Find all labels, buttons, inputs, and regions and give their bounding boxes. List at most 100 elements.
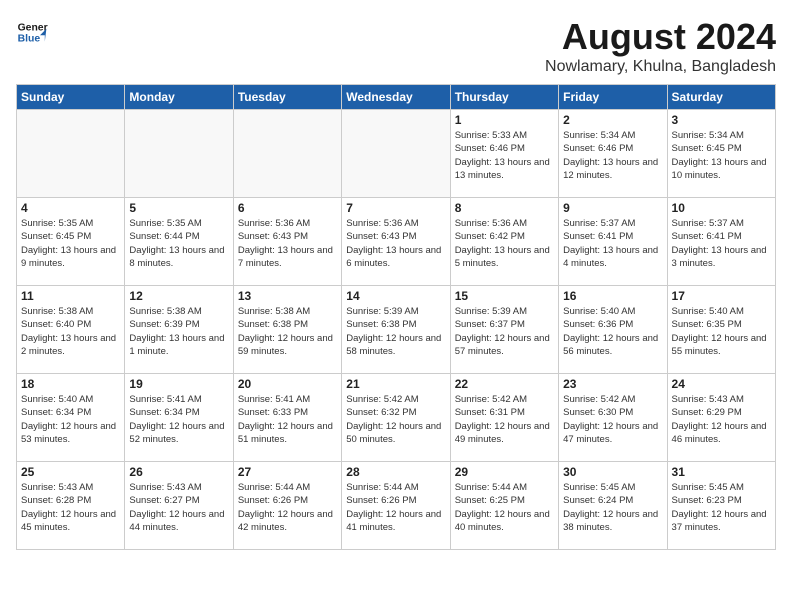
cell-info: Sunrise: 5:45 AM Sunset: 6:23 PM Dayligh…	[672, 481, 771, 534]
cell-info: Sunrise: 5:41 AM Sunset: 6:33 PM Dayligh…	[238, 393, 337, 446]
logo: General Blue	[16, 16, 48, 48]
day-number: 6	[238, 201, 337, 215]
calendar-cell: 1 Sunrise: 5:33 AM Sunset: 6:46 PM Daylig…	[450, 110, 558, 198]
cell-info: Sunrise: 5:44 AM Sunset: 6:26 PM Dayligh…	[346, 481, 445, 534]
cell-info: Sunrise: 5:33 AM Sunset: 6:46 PM Dayligh…	[455, 129, 554, 182]
calendar-cell: 25Sunrise: 5:43 AM Sunset: 6:28 PM Dayli…	[17, 462, 125, 550]
month-title: August 2024	[545, 16, 776, 58]
calendar-cell: 3Sunrise: 5:34 AM Sunset: 6:45 PM Daylig…	[667, 110, 775, 198]
day-number: 25	[21, 465, 120, 479]
logo-icon: General Blue	[16, 16, 48, 48]
weekday-header-row: SundayMondayTuesdayWednesdayThursdayFrid…	[17, 85, 776, 110]
day-number: 19	[129, 377, 228, 391]
calendar-week-4: 18Sunrise: 5:40 AM Sunset: 6:34 PM Dayli…	[17, 374, 776, 462]
calendar-cell: 15 Sunrise: 5:39 AM Sunset: 6:37 PM Dayli…	[450, 286, 558, 374]
calendar-week-5: 25Sunrise: 5:43 AM Sunset: 6:28 PM Dayli…	[17, 462, 776, 550]
day-number: 11	[21, 289, 120, 303]
cell-info: Sunrise: 5:39 AM Sunset: 6:38 PM Dayligh…	[346, 305, 445, 358]
day-number: 23	[563, 377, 662, 391]
cell-info: Sunrise: 5:37 AM Sunset: 6:41 PM Dayligh…	[672, 217, 771, 270]
weekday-header-thursday: Thursday	[450, 85, 558, 110]
calendar-cell: 12Sunrise: 5:38 AM Sunset: 6:39 PM Dayli…	[125, 286, 233, 374]
cell-info: Sunrise: 5:36 AM Sunset: 6:43 PM Dayligh…	[238, 217, 337, 270]
calendar-cell	[342, 110, 450, 198]
day-number: 22	[455, 377, 554, 391]
calendar-cell: 20 Sunrise: 5:41 AM Sunset: 6:33 PM Dayli…	[233, 374, 341, 462]
weekday-header-tuesday: Tuesday	[233, 85, 341, 110]
day-number: 9	[563, 201, 662, 215]
title-block: August 2024 Nowlamary, Khulna, Banglades…	[545, 16, 776, 76]
weekday-header-monday: Monday	[125, 85, 233, 110]
day-number: 20	[238, 377, 337, 391]
cell-info: Sunrise: 5:43 AM Sunset: 6:29 PM Dayligh…	[672, 393, 771, 446]
calendar-cell	[233, 110, 341, 198]
weekday-header-friday: Friday	[559, 85, 667, 110]
cell-info: Sunrise: 5:35 AM Sunset: 6:44 PM Dayligh…	[129, 217, 228, 270]
calendar-cell: 9Sunrise: 5:37 AM Sunset: 6:41 PM Daylig…	[559, 198, 667, 286]
calendar-cell: 11 Sunrise: 5:38 AM Sunset: 6:40 PM Dayli…	[17, 286, 125, 374]
cell-info: Sunrise: 5:34 AM Sunset: 6:46 PM Dayligh…	[563, 129, 662, 182]
calendar-cell: 29 Sunrise: 5:44 AM Sunset: 6:25 PM Dayli…	[450, 462, 558, 550]
calendar-cell: 8 Sunrise: 5:36 AM Sunset: 6:42 PM Daylig…	[450, 198, 558, 286]
day-number: 10	[672, 201, 771, 215]
day-number: 2	[563, 113, 662, 127]
calendar-cell: 23Sunrise: 5:42 AM Sunset: 6:30 PM Dayli…	[559, 374, 667, 462]
calendar-week-2: 4 Sunrise: 5:35 AM Sunset: 6:45 PM Daylig…	[17, 198, 776, 286]
calendar-cell: 16Sunrise: 5:40 AM Sunset: 6:36 PM Dayli…	[559, 286, 667, 374]
svg-text:Blue: Blue	[18, 34, 41, 45]
calendar-cell: 17Sunrise: 5:40 AM Sunset: 6:35 PM Dayli…	[667, 286, 775, 374]
day-number: 24	[672, 377, 771, 391]
cell-info: Sunrise: 5:35 AM Sunset: 6:45 PM Dayligh…	[21, 217, 120, 270]
calendar-cell: 27 Sunrise: 5:44 AM Sunset: 6:26 PM Dayli…	[233, 462, 341, 550]
cell-info: Sunrise: 5:36 AM Sunset: 6:43 PM Dayligh…	[346, 217, 445, 270]
day-number: 27	[238, 465, 337, 479]
day-number: 26	[129, 465, 228, 479]
calendar-cell: 30 Sunrise: 5:45 AM Sunset: 6:24 PM Dayli…	[559, 462, 667, 550]
day-number: 14	[346, 289, 445, 303]
cell-info: Sunrise: 5:36 AM Sunset: 6:42 PM Dayligh…	[455, 217, 554, 270]
day-number: 28	[346, 465, 445, 479]
calendar-cell: 26Sunrise: 5:43 AM Sunset: 6:27 PM Dayli…	[125, 462, 233, 550]
calendar-cell: 4 Sunrise: 5:35 AM Sunset: 6:45 PM Daylig…	[17, 198, 125, 286]
calendar-cell: 19 Sunrise: 5:41 AM Sunset: 6:34 PM Dayli…	[125, 374, 233, 462]
page-header: General Blue August 2024 Nowlamary, Khul…	[16, 16, 776, 76]
day-number: 8	[455, 201, 554, 215]
day-number: 13	[238, 289, 337, 303]
day-number: 31	[672, 465, 771, 479]
location-subtitle: Nowlamary, Khulna, Bangladesh	[545, 58, 776, 76]
calendar-cell: 10 Sunrise: 5:37 AM Sunset: 6:41 PM Dayli…	[667, 198, 775, 286]
calendar-week-3: 11 Sunrise: 5:38 AM Sunset: 6:40 PM Dayli…	[17, 286, 776, 374]
calendar-cell: 28 Sunrise: 5:44 AM Sunset: 6:26 PM Dayli…	[342, 462, 450, 550]
cell-info: Sunrise: 5:42 AM Sunset: 6:31 PM Dayligh…	[455, 393, 554, 446]
cell-info: Sunrise: 5:39 AM Sunset: 6:37 PM Dayligh…	[455, 305, 554, 358]
cell-info: Sunrise: 5:41 AM Sunset: 6:34 PM Dayligh…	[129, 393, 228, 446]
day-number: 15	[455, 289, 554, 303]
cell-info: Sunrise: 5:34 AM Sunset: 6:45 PM Dayligh…	[672, 129, 771, 182]
calendar-cell: 31 Sunrise: 5:45 AM Sunset: 6:23 PM Dayli…	[667, 462, 775, 550]
cell-info: Sunrise: 5:40 AM Sunset: 6:35 PM Dayligh…	[672, 305, 771, 358]
cell-info: Sunrise: 5:44 AM Sunset: 6:25 PM Dayligh…	[455, 481, 554, 534]
weekday-header-saturday: Saturday	[667, 85, 775, 110]
calendar-week-1: 1 Sunrise: 5:33 AM Sunset: 6:46 PM Daylig…	[17, 110, 776, 198]
cell-info: Sunrise: 5:44 AM Sunset: 6:26 PM Dayligh…	[238, 481, 337, 534]
weekday-header-wednesday: Wednesday	[342, 85, 450, 110]
day-number: 30	[563, 465, 662, 479]
cell-info: Sunrise: 5:38 AM Sunset: 6:40 PM Dayligh…	[21, 305, 120, 358]
cell-info: Sunrise: 5:38 AM Sunset: 6:39 PM Dayligh…	[129, 305, 228, 358]
calendar-cell: 24 Sunrise: 5:43 AM Sunset: 6:29 PM Dayli…	[667, 374, 775, 462]
calendar-cell	[125, 110, 233, 198]
cell-info: Sunrise: 5:40 AM Sunset: 6:34 PM Dayligh…	[21, 393, 120, 446]
day-number: 16	[563, 289, 662, 303]
day-number: 5	[129, 201, 228, 215]
calendar-cell: 2 Sunrise: 5:34 AM Sunset: 6:46 PM Daylig…	[559, 110, 667, 198]
cell-info: Sunrise: 5:45 AM Sunset: 6:24 PM Dayligh…	[563, 481, 662, 534]
calendar-cell: 7 Sunrise: 5:36 AM Sunset: 6:43 PM Daylig…	[342, 198, 450, 286]
day-number: 21	[346, 377, 445, 391]
day-number: 4	[21, 201, 120, 215]
cell-info: Sunrise: 5:38 AM Sunset: 6:38 PM Dayligh…	[238, 305, 337, 358]
day-number: 7	[346, 201, 445, 215]
day-number: 29	[455, 465, 554, 479]
day-number: 1	[455, 113, 554, 127]
calendar-cell: 18Sunrise: 5:40 AM Sunset: 6:34 PM Dayli…	[17, 374, 125, 462]
calendar-table: SundayMondayTuesdayWednesdayThursdayFrid…	[16, 84, 776, 550]
